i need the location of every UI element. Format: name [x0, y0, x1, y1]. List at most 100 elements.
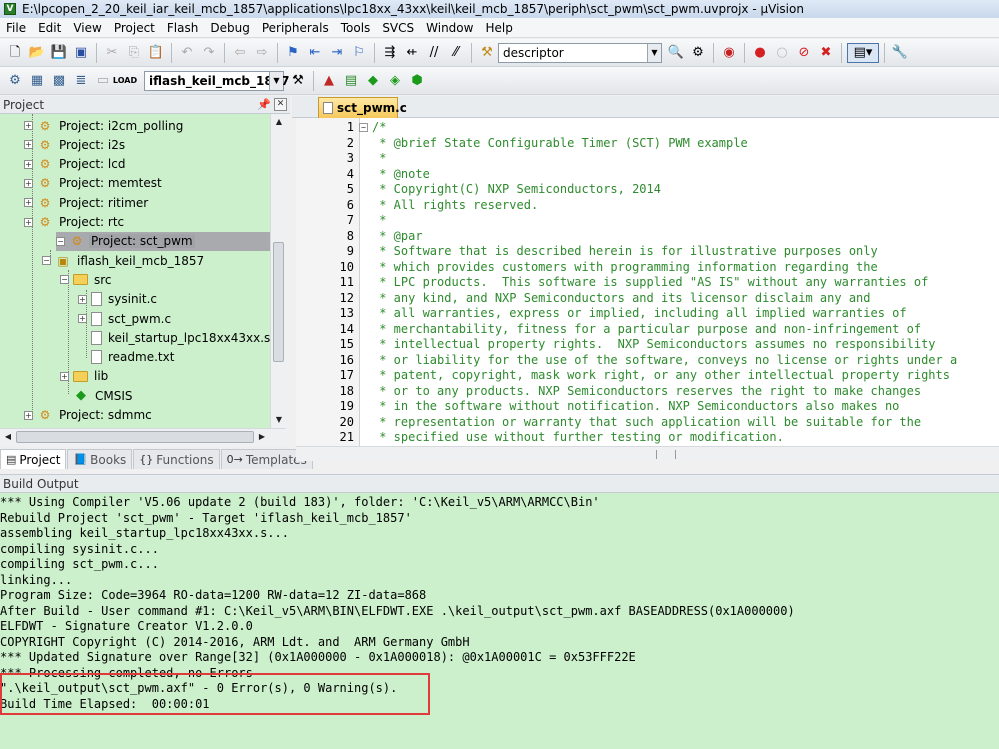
tree-item[interactable]: ◆ CMSIS — [0, 386, 270, 405]
code-line[interactable]: 1 /* — [296, 120, 999, 136]
scroll-right-icon[interactable]: ▶ — [254, 429, 270, 445]
code-line[interactable]: 20 * representation or warranty that suc… — [296, 415, 999, 431]
expand-icon[interactable]: + — [60, 371, 69, 381]
tree-item[interactable]: + ⚙ Project: rtc — [0, 213, 270, 232]
code-line[interactable]: 2 * @brief State Configurable Timer (SCT… — [296, 136, 999, 152]
window-layout-icon[interactable]: ▤▾ — [847, 42, 879, 63]
software-packs-icon[interactable]: ⬢ — [407, 71, 427, 91]
expand-icon[interactable]: + — [24, 410, 33, 420]
tree-item[interactable]: + ⚙ Project: lcd — [0, 155, 270, 174]
code-line[interactable]: 5 * Copyright(C) NXP Semiconductors, 201… — [296, 182, 999, 198]
menu-debug[interactable]: Debug — [204, 18, 255, 38]
tree-item[interactable]: + ⚙ Project: i2cm_polling — [0, 116, 270, 135]
nav-back-icon[interactable]: ⇦ — [230, 43, 250, 63]
expand-icon[interactable]: + — [78, 314, 87, 323]
code-line[interactable]: 7 * — [296, 213, 999, 229]
code-line[interactable]: 6 * All rights reserved. — [296, 198, 999, 214]
menu-edit[interactable]: Edit — [32, 18, 67, 38]
code-line[interactable]: 12 * any kind, and NXP Semiconductors an… — [296, 291, 999, 307]
expand-icon[interactable]: + — [24, 121, 33, 130]
tree-item[interactable]: + sct_pwm.c — [0, 309, 270, 328]
code-line[interactable]: 11 * LPC products. This software is supp… — [296, 275, 999, 291]
scrollbar-grip[interactable] — [656, 450, 676, 459]
tree-item[interactable]: + ⚙ Project: i2s — [0, 135, 270, 154]
expand-icon[interactable]: + — [24, 140, 33, 150]
project-tree-vertical-scrollbar[interactable]: ▲ ▼ — [270, 114, 287, 428]
chevron-down-icon[interactable]: ▼ — [269, 71, 283, 90]
bookmark-icon[interactable]: ⚑ — [283, 43, 303, 63]
code-line[interactable]: 18 * or to any products. NXP Semiconduct… — [296, 384, 999, 400]
build-icon[interactable]: ▦ — [27, 71, 47, 91]
open-folder-icon[interactable]: 📂 — [27, 43, 47, 63]
cut-icon[interactable]: ✂ — [102, 43, 122, 63]
tree-item[interactable]: − ⚙ Project: sct_pwm — [56, 231, 270, 251]
comment-icon[interactable]: // — [424, 43, 444, 63]
scrollbar-thumb[interactable] — [273, 242, 284, 362]
redo-icon[interactable]: ↷ — [199, 43, 219, 63]
next-bookmark-icon[interactable]: ⇥ — [327, 43, 347, 63]
new-file-icon[interactable]: 🗋 — [5, 43, 25, 63]
scroll-up-icon[interactable]: ▲ — [271, 114, 287, 130]
menu-svcs[interactable]: SVCS — [376, 18, 420, 38]
find-icon[interactable]: 🔍 — [666, 43, 686, 63]
menu-flash[interactable]: Flash — [161, 18, 204, 38]
tab-functions[interactable]: {} Functions — [133, 449, 220, 469]
scrollbar-thumb[interactable] — [16, 431, 254, 443]
save-all-icon[interactable]: ▣ — [71, 43, 91, 63]
rebuild-icon[interactable]: ▩ — [49, 71, 69, 91]
menu-view[interactable]: View — [67, 18, 107, 38]
tree-item[interactable]: + sysinit.c — [0, 290, 270, 309]
expand-icon[interactable]: + — [78, 294, 87, 304]
tree-item[interactable]: − ▣ iflash_keil_mcb_1857 — [0, 251, 270, 270]
manage-project-items-icon[interactable]: ▲ — [319, 71, 339, 91]
incremental-find-icon[interactable]: ⚙ — [688, 43, 708, 63]
menu-window[interactable]: Window — [420, 18, 479, 38]
editor-horizontal-scrollbar[interactable] — [296, 446, 999, 461]
expand-icon[interactable]: + — [24, 178, 33, 188]
code-line[interactable]: 14 * merchantability, fitness for a part… — [296, 322, 999, 338]
manage-rte-icon[interactable]: ◆ — [363, 71, 383, 91]
paste-icon[interactable]: 📋 — [146, 43, 166, 63]
uncomment-icon[interactable]: ⁄⁄ — [446, 43, 466, 63]
nav-forward-icon[interactable]: ⇨ — [252, 43, 272, 63]
breakpoint-icon[interactable]: ● — [750, 43, 770, 63]
tree-item[interactable]: + ⚙ Project: ritimer — [0, 193, 270, 212]
code-line[interactable]: 13 * all warranties, express or implied,… — [296, 306, 999, 322]
menu-help[interactable]: Help — [479, 18, 518, 38]
tab-books[interactable]: 📘 Books — [67, 449, 133, 469]
translate-icon[interactable]: ⚙ — [5, 71, 25, 91]
download-icon[interactable]: LOAD — [113, 71, 137, 91]
select-packs-icon[interactable]: ▤ — [341, 71, 361, 91]
target-options-icon[interactable]: ⚒ — [288, 71, 308, 91]
batch-build-icon[interactable]: ≣ — [71, 71, 91, 91]
code-line[interactable]: 15 * intellectual property rights. NXP S… — [296, 337, 999, 353]
configure-icon[interactable]: 🔧 — [890, 43, 910, 63]
scroll-left-icon[interactable]: ◀ — [0, 429, 16, 445]
save-icon[interactable]: 💾 — [49, 43, 69, 63]
collapse-icon[interactable]: − — [42, 256, 51, 266]
code-line[interactable]: 9 * Software that is described herein is… — [296, 244, 999, 260]
build-output-window[interactable]: *** Using Compiler 'V5.06 update 2 (buil… — [0, 493, 999, 749]
clear-bookmarks-icon[interactable]: ⚐ — [349, 43, 369, 63]
menu-file[interactable]: File — [0, 18, 32, 38]
code-line[interactable]: 8 * @par — [296, 229, 999, 245]
debug-session-icon[interactable]: ◉ — [719, 43, 739, 63]
pin-icon[interactable]: 📌 — [257, 98, 271, 111]
menu-tools[interactable]: Tools — [335, 18, 377, 38]
menu-peripherals[interactable]: Peripherals — [256, 18, 335, 38]
tab-sct-pwm-c[interactable]: sct_pwm.c — [318, 97, 407, 118]
tree-item[interactable]: keil_startup_lpc18xx43xx.s — [0, 328, 270, 347]
tree-item[interactable]: + ⚙ Project: memtest — [0, 174, 270, 193]
chevron-down-icon[interactable]: ▼ — [647, 43, 661, 62]
code-line[interactable]: 19 * in the software without notificatio… — [296, 399, 999, 415]
code-line[interactable]: 10 * which provides customers with progr… — [296, 260, 999, 276]
project-tree-horizontal-scrollbar[interactable]: ◀ ▶ — [0, 428, 286, 445]
code-line[interactable]: 3 * — [296, 151, 999, 167]
code-line[interactable]: 16 * or liability for the use of the sof… — [296, 353, 999, 369]
pack-installer-icon[interactable]: ◈ — [385, 71, 405, 91]
indent-icon[interactable]: ⇶ — [380, 43, 400, 63]
copy-icon[interactable]: ⎘ — [124, 43, 144, 63]
scroll-down-icon[interactable]: ▼ — [271, 412, 287, 428]
tree-item[interactable]: readme.txt — [0, 348, 270, 367]
prev-bookmark-icon[interactable]: ⇤ — [305, 43, 325, 63]
